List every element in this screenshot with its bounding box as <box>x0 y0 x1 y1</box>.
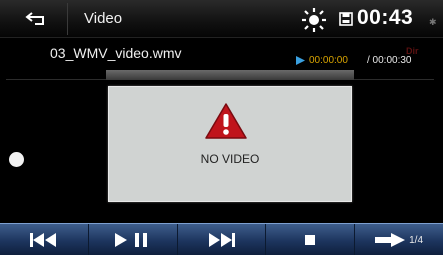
bluetooth-icon: ✱ <box>429 17 437 27</box>
back-button[interactable] <box>4 3 68 35</box>
page-indicator: 1/4 <box>409 234 424 246</box>
previous-button[interactable] <box>0 224 89 255</box>
next-page-button[interactable]: 1/4 <box>355 224 443 255</box>
stop-button[interactable] <box>266 224 356 255</box>
play-state-icon <box>296 56 305 65</box>
brightness-icon[interactable] <box>302 8 326 32</box>
play-pause-icon <box>114 233 147 247</box>
title-bar: Video 00:43 ✱ <box>0 0 443 38</box>
sd-card-icon <box>339 12 353 26</box>
file-name: 03_WMV_video.wmv <box>50 45 182 61</box>
play-pause-button[interactable] <box>89 224 178 255</box>
back-arrow-icon <box>24 12 44 25</box>
app-title: Video <box>84 10 123 27</box>
clock: 00:43 <box>357 6 414 29</box>
next-page-icon <box>375 233 406 247</box>
time-elapsed: 00:00:00 <box>309 55 348 66</box>
next-button[interactable] <box>178 224 267 255</box>
warning-icon <box>205 103 247 139</box>
control-bar: 1/4 <box>0 223 443 255</box>
next-icon <box>209 233 236 247</box>
video-frame-header <box>106 70 354 80</box>
time-total: / 00:00:30 <box>367 55 412 66</box>
previous-icon <box>29 233 56 247</box>
stop-icon <box>305 235 316 245</box>
side-handle[interactable] <box>9 152 24 167</box>
no-video-message: NO VIDEO <box>200 152 260 166</box>
